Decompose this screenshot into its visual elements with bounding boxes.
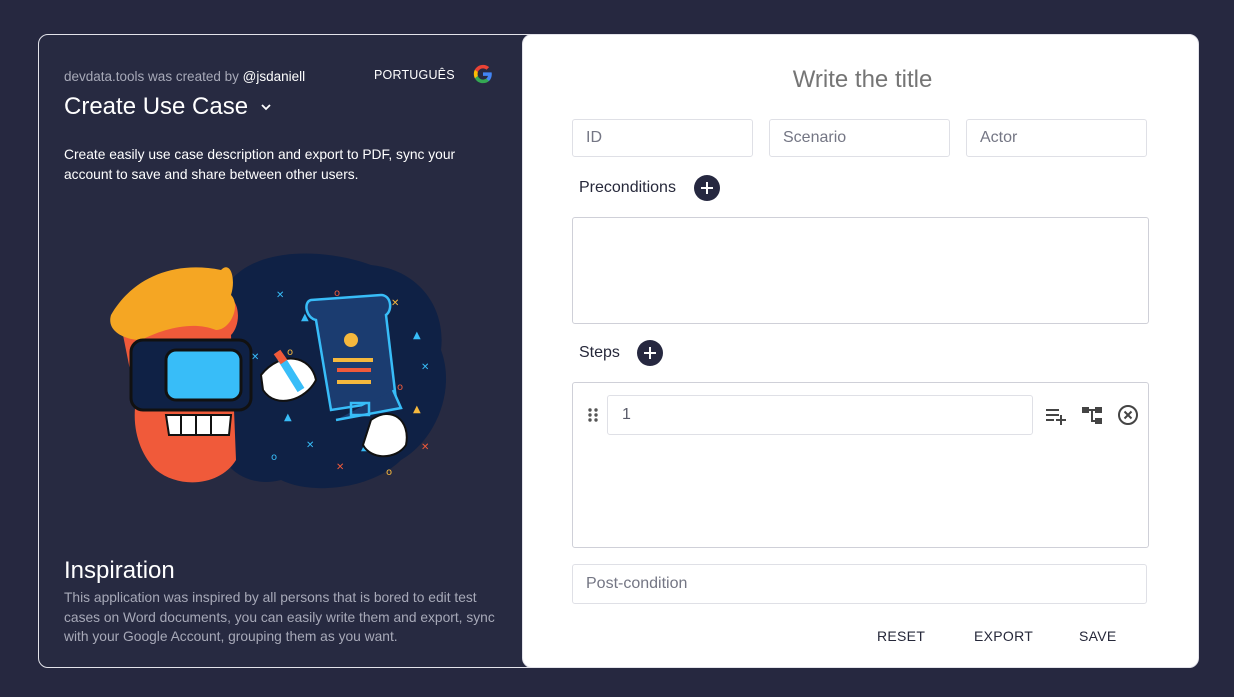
inspiration-title: Inspiration — [64, 557, 175, 584]
preconditions-textarea[interactable] — [572, 217, 1149, 324]
id-field[interactable] — [572, 119, 753, 157]
language-toggle[interactable]: PORTUGUÊS — [374, 68, 455, 82]
chevron-down-icon — [261, 104, 271, 111]
add-step-button[interactable] — [637, 340, 663, 366]
scenario-field[interactable] — [769, 119, 950, 157]
use-case-form: Preconditions Steps — [522, 34, 1202, 668]
svg-text:o: o — [397, 382, 403, 393]
step-input[interactable] — [607, 395, 1033, 435]
preconditions-label: Preconditions — [579, 179, 676, 196]
steps-list — [572, 382, 1149, 548]
reset-button[interactable]: RESET — [877, 628, 925, 644]
add-substep-icon[interactable] — [1045, 404, 1067, 426]
credit-line: devdata.tools was created by @jsdaniell — [64, 69, 305, 84]
info-panel: devdata.tools was created by @jsdaniell … — [39, 35, 523, 667]
plus-icon — [701, 182, 713, 194]
svg-text:o: o — [386, 467, 392, 478]
branch-icon[interactable] — [1081, 404, 1103, 426]
author-link[interactable]: @jsdaniell — [243, 69, 305, 84]
svg-text:o: o — [271, 452, 277, 463]
steps-label: Steps — [579, 344, 620, 361]
svg-text:✕: ✕ — [276, 290, 284, 301]
save-button[interactable]: SAVE — [1079, 628, 1117, 644]
title-input[interactable] — [523, 65, 1202, 95]
main-card: devdata.tools was created by @jsdaniell … — [38, 34, 1202, 668]
app-description: Create easily use case description and e… — [64, 147, 456, 182]
svg-text:✕: ✕ — [306, 440, 314, 451]
add-precondition-button[interactable] — [694, 175, 720, 201]
postcondition-field[interactable] — [572, 564, 1147, 604]
vr-illustration: ✕ o ✕ ▲ ▲ ✕ o ✕ o ▲ o ▲ ✕ ✕ ▲ o ✕ o — [110, 253, 447, 489]
svg-text:✕: ✕ — [391, 298, 399, 309]
svg-text:o: o — [287, 347, 293, 358]
remove-step-icon[interactable] — [1117, 404, 1139, 426]
svg-text:▲: ▲ — [413, 404, 421, 415]
drag-handle-icon[interactable] — [587, 407, 599, 423]
svg-text:✕: ✕ — [421, 442, 429, 453]
actor-field[interactable] — [966, 119, 1147, 157]
plus-icon — [644, 347, 656, 359]
credit-prefix: devdata.tools was created by — [64, 69, 243, 84]
svg-text:▲: ▲ — [413, 330, 421, 341]
page-title: Create Use Case — [64, 93, 249, 120]
page-menu-dropdown[interactable]: Create Use Case — [64, 93, 272, 121]
export-button[interactable]: EXPORT — [974, 628, 1033, 644]
svg-text:▲: ▲ — [284, 412, 292, 423]
google-icon[interactable] — [472, 63, 494, 85]
svg-text:✕: ✕ — [336, 462, 344, 473]
svg-text:✕: ✕ — [421, 362, 429, 373]
inspiration-text: This application was inspired by all per… — [64, 590, 495, 644]
